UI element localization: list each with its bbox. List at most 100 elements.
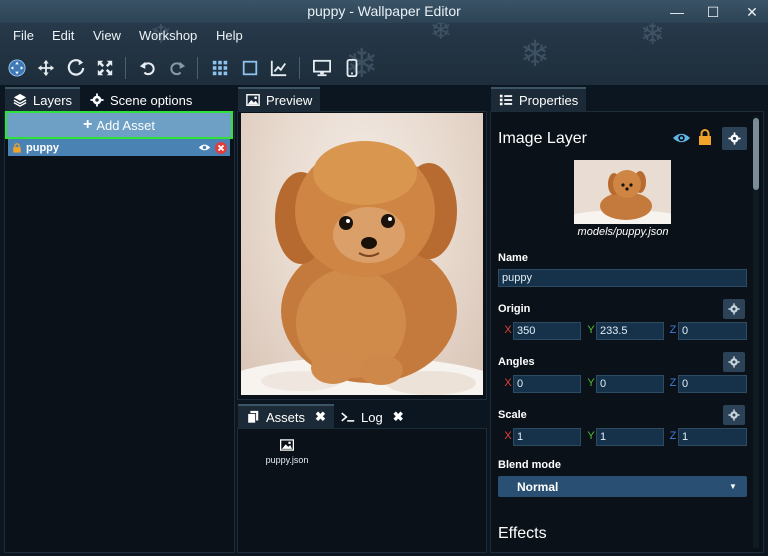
- tab-layers[interactable]: Layers: [5, 87, 81, 111]
- name-label: Name: [498, 252, 528, 264]
- bounds-icon[interactable]: [239, 57, 261, 79]
- angles-settings-button[interactable]: [723, 352, 745, 372]
- angles-x-field[interactable]: 0: [513, 375, 581, 393]
- scale-y-axis-label: Y: [587, 430, 595, 442]
- close-button[interactable]: ✕: [739, 2, 765, 22]
- desktop-preview-icon[interactable]: [311, 57, 333, 79]
- grid-icon[interactable]: [209, 57, 231, 79]
- puppy-thumbnail-image: [574, 160, 671, 224]
- tab-properties-label: Properties: [519, 92, 579, 108]
- scale-z-axis-label: Z: [669, 430, 677, 442]
- translate-icon[interactable]: [35, 57, 57, 79]
- terminal-icon: [341, 410, 355, 424]
- minimize-button[interactable]: —: [664, 2, 690, 22]
- window-title: puppy - Wallpaper Editor: [307, 3, 461, 19]
- scale-settings-button[interactable]: [723, 405, 745, 425]
- model-path: models/puppy.json: [577, 226, 669, 238]
- tab-log-label: Log: [361, 409, 383, 425]
- image-icon: [246, 93, 260, 107]
- scale-x-axis-label: X: [504, 430, 512, 442]
- toolbar-separator: [197, 57, 198, 79]
- angles-z-field[interactable]: 0: [678, 375, 747, 393]
- preview-canvas[interactable]: [241, 113, 483, 395]
- add-asset-label: Add Asset: [96, 117, 155, 133]
- scale-icon[interactable]: [94, 57, 116, 79]
- visibility-eye-icon[interactable]: [672, 131, 691, 148]
- angles-y-field[interactable]: 0: [596, 375, 664, 393]
- lock-icon[interactable]: [8, 142, 26, 153]
- scale-z-field[interactable]: 1: [678, 428, 747, 446]
- tab-scene-options-label: Scene options: [110, 92, 193, 108]
- tab-scene-options[interactable]: Scene options: [82, 87, 200, 111]
- menu-edit[interactable]: Edit: [52, 28, 74, 43]
- origin-z-axis-label: Z: [669, 324, 677, 336]
- caret-down-icon: ▼: [729, 482, 737, 491]
- scale-y-field[interactable]: 1: [596, 428, 664, 446]
- effects-header: Effects: [498, 525, 547, 542]
- gear-icon: [728, 132, 741, 145]
- layer-name: puppy: [26, 141, 59, 154]
- close-tab-icon[interactable]: ✖: [315, 409, 326, 425]
- gear-icon: [728, 356, 740, 368]
- snowflake-decoration-icon: ❄: [430, 23, 452, 45]
- tab-preview[interactable]: Preview: [238, 87, 321, 111]
- angles-z-axis-label: Z: [669, 377, 677, 389]
- origin-label: Origin: [498, 303, 531, 315]
- mobile-preview-icon[interactable]: [341, 57, 363, 79]
- origin-y-field[interactable]: 233.5: [596, 322, 664, 340]
- toolbar-separator: [125, 57, 126, 79]
- layers-panel: [4, 111, 235, 553]
- asset-name: puppy.json: [265, 455, 309, 465]
- copy-icon: [246, 410, 260, 424]
- angles-label: Angles: [498, 356, 535, 368]
- add-asset-button[interactable]: + Add Asset: [5, 111, 233, 139]
- tab-assets[interactable]: Assets ✖: [238, 404, 334, 428]
- maximize-button[interactable]: ☐: [700, 2, 726, 22]
- menu-help[interactable]: Help: [216, 28, 243, 43]
- image-icon: [257, 438, 317, 452]
- blend-mode-value: Normal: [517, 479, 559, 494]
- layer-settings-button[interactable]: [722, 127, 747, 150]
- undo-icon[interactable]: [137, 57, 159, 79]
- lock-icon[interactable]: [698, 129, 712, 148]
- plus-icon: +: [83, 116, 93, 133]
- redo-icon[interactable]: [166, 57, 188, 79]
- tab-layers-label: Layers: [33, 92, 73, 108]
- rotate-icon[interactable]: [65, 57, 87, 79]
- eye-icon[interactable]: [196, 143, 212, 152]
- chart-icon[interactable]: [268, 57, 290, 79]
- layer-row-puppy[interactable]: puppy: [8, 139, 230, 156]
- menu-toolbar-area: ❄ ❄ ❄ ❄ ❄ File Edit View Workshop Help: [0, 23, 768, 85]
- origin-x-field[interactable]: 350: [513, 322, 581, 340]
- list-icon: [499, 93, 513, 107]
- close-tab-icon[interactable]: ✖: [393, 409, 404, 425]
- origin-x-axis-label: X: [504, 324, 512, 336]
- asset-item-puppy[interactable]: puppy.json: [257, 438, 317, 465]
- gear-icon: [728, 409, 740, 421]
- tab-log[interactable]: Log ✖: [333, 404, 412, 428]
- tab-assets-label: Assets: [266, 409, 306, 425]
- puppy-image: [241, 141, 483, 395]
- name-field[interactable]: puppy: [498, 269, 747, 287]
- origin-settings-button[interactable]: [723, 299, 745, 319]
- scale-x-field[interactable]: 1: [513, 428, 581, 446]
- snowflake-decoration-icon: ❄: [520, 33, 551, 74]
- menu-workshop[interactable]: Workshop: [139, 28, 197, 43]
- remove-layer-icon[interactable]: [212, 141, 230, 154]
- menu-view[interactable]: View: [93, 28, 121, 43]
- model-thumbnail[interactable]: [574, 160, 671, 224]
- origin-y-axis-label: Y: [587, 324, 595, 336]
- menu-file[interactable]: File: [13, 28, 34, 43]
- gear-icon: [90, 93, 104, 107]
- blend-mode-select[interactable]: Normal ▼: [498, 476, 747, 497]
- properties-scrollbar[interactable]: [753, 116, 759, 548]
- angles-y-axis-label: Y: [587, 377, 595, 389]
- properties-header: Image Layer: [498, 130, 587, 147]
- snowflake-decoration-icon: ❄: [640, 23, 666, 51]
- move-mode-icon[interactable]: [6, 57, 28, 79]
- layers-icon: [13, 93, 27, 107]
- scrollbar-thumb[interactable]: [753, 118, 759, 190]
- origin-z-field[interactable]: 0: [678, 322, 747, 340]
- gear-icon: [728, 303, 740, 315]
- tab-properties[interactable]: Properties: [491, 87, 587, 111]
